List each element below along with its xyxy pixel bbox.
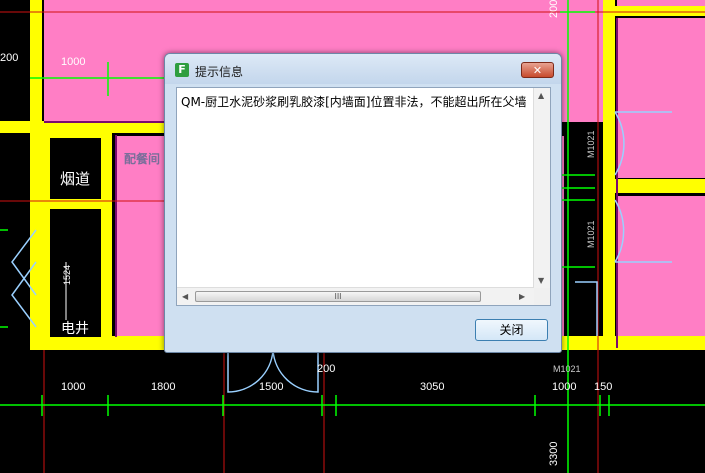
- wall-purple-top: [44, 121, 165, 123]
- dim-text-bottom-5: 3050: [420, 381, 445, 393]
- dialog-titlebar[interactable]: F 提示信息 ✕: [165, 54, 561, 84]
- room-fill-right-lower: [617, 196, 705, 346]
- room-fill-right-top: [617, 0, 705, 6]
- door-tag-right-lower: M1021: [586, 220, 596, 248]
- door-swing-bottom-far: [575, 281, 598, 336]
- room-label-flue: 烟道: [60, 170, 91, 188]
- wall-right-col: [603, 0, 615, 350]
- info-dialog[interactable]: F 提示信息 ✕ QM-厨卫水泥砂浆刷乳胶漆[内墙面]位置非法，不能超出所在父墙…: [164, 53, 562, 353]
- dim-text-top-mid: 1000: [61, 56, 86, 68]
- door-tag-right-upper: M1021: [586, 130, 596, 158]
- app-logo-icon: F: [175, 63, 189, 77]
- close-icon[interactable]: ✕: [521, 62, 554, 78]
- message-text: QM-厨卫水泥砂浆刷乳胶漆[内墙面]位置非法，不能超出所在父墙面: [181, 95, 527, 109]
- scroll-corner: [534, 288, 550, 305]
- message-textbox[interactable]: QM-厨卫水泥砂浆刷乳胶漆[内墙面]位置非法，不能超出所在父墙面 ▲ ▼ ◀ I…: [176, 87, 551, 306]
- dim-text-bottom-2: 1800: [151, 381, 176, 393]
- dim-text-top-left: 200: [0, 52, 19, 64]
- dim-text-top-right: 200: [548, 0, 560, 18]
- horizontal-scrollbar[interactable]: ◀ III ▶: [177, 287, 534, 305]
- dim-text-bottom-3: 1500: [259, 381, 284, 393]
- close-button[interactable]: 关闭: [475, 319, 548, 341]
- scroll-up-icon[interactable]: ▲: [538, 91, 544, 100]
- room-fill-right-upper: [617, 18, 705, 178]
- dim-text-bottom-7: 150: [594, 381, 613, 393]
- wall-right-top: [603, 6, 705, 16]
- room-label-pantry: 配餐间: [124, 152, 161, 166]
- room-label-elevator-shaft: 电井: [61, 321, 89, 337]
- horizontal-scroll-thumb[interactable]: III: [195, 291, 481, 302]
- wall-purple-pantry: [115, 135, 117, 337]
- shaft-dim-text: 1524: [62, 264, 72, 285]
- dim-text-bottom-4: 200: [317, 363, 336, 375]
- scroll-down-icon[interactable]: ▼: [538, 276, 544, 285]
- door-tag-bottom-right: M1021: [553, 364, 581, 374]
- wall-right-mid: [603, 179, 705, 193]
- wall-purple-right: [616, 18, 618, 348]
- dim-text-bottom-vertical: 3300: [548, 441, 560, 466]
- dim-text-bottom-6: 1000: [552, 381, 577, 393]
- scroll-right-icon[interactable]: ▶: [519, 292, 525, 301]
- scroll-left-icon[interactable]: ◀: [182, 292, 188, 301]
- vertical-scrollbar[interactable]: ▲ ▼: [533, 88, 550, 289]
- wall-left: [30, 0, 42, 350]
- dim-text-bottom-1: 1000: [61, 381, 86, 393]
- dialog-title: 提示信息: [195, 65, 244, 79]
